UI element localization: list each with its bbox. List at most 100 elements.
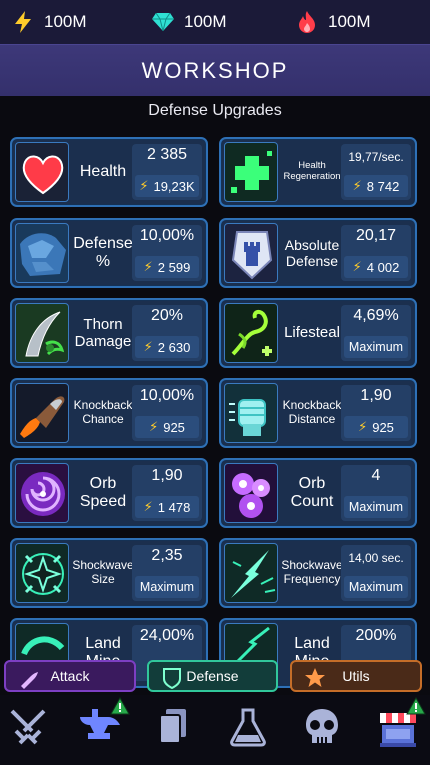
upgrade-card-knockback-chance[interactable]: Knockback Chance 10,00% ⚡ 925 xyxy=(10,378,208,448)
upgrade-buy-button[interactable]: ⚡ 2 599 xyxy=(135,256,199,278)
upgrade-maxed-label: Maximum xyxy=(135,576,199,598)
upgrade-card-shockwave-frequency[interactable]: Shockwave Frequency 14,00 sec. Maximum xyxy=(219,538,417,608)
upgrade-name: Knockback Chance xyxy=(73,398,133,426)
upgrade-cost: 2 599 xyxy=(157,259,191,275)
upgrade-value-box: 4,69% Maximum xyxy=(341,305,411,361)
diamond-icon xyxy=(152,11,174,33)
upgrade-name: Lifesteal xyxy=(284,324,340,342)
plus-cross-icon xyxy=(224,142,278,202)
nav-modules[interactable] xyxy=(298,703,346,751)
upgrade-cost: 4 002 xyxy=(366,259,400,275)
star-icon xyxy=(304,667,326,689)
upgrade-card-shockwave-size[interactable]: Shockwave Size 2,35 Maximum xyxy=(10,538,208,608)
gems-amount: 100M xyxy=(184,12,227,31)
fist-icon xyxy=(224,383,278,443)
upgrade-cost: Maximum xyxy=(348,580,404,594)
upgrade-name: Shockwave Frequency xyxy=(281,558,343,586)
upgrade-cost: Maximum xyxy=(348,500,404,514)
upgrade-card-absolute-defense[interactable]: Absolute Defense 20,17 ⚡ 4 002 xyxy=(219,218,417,288)
shield-icon xyxy=(161,667,183,690)
upgrade-value-box: 2,35 Maximum xyxy=(132,545,202,601)
upgrade-card-orb-speed[interactable]: Orb Speed 1,90 ⚡ 1 478 xyxy=(10,458,208,528)
upgrade-name: Knockback Distance xyxy=(282,398,342,426)
upgrade-cost: 925 xyxy=(163,419,185,435)
upgrade-buy-button[interactable]: ⚡ 2 630 xyxy=(135,336,199,358)
upgrade-name: Defense % xyxy=(73,234,133,270)
tab-defense[interactable]: Defense xyxy=(147,660,278,692)
upgrade-value: 24,00% xyxy=(139,627,195,644)
upgrade-value: 2,35 xyxy=(151,547,183,564)
upgrade-value: 14,00 sec. xyxy=(348,551,404,565)
upgrade-card-health-regeneration[interactable]: Health Regeneration 19,77/sec. ⚡ 8 742 xyxy=(219,137,417,207)
upgrade-value: 2 385 xyxy=(146,146,188,163)
upgrade-buy-button[interactable]: ⚡ 925 xyxy=(344,416,408,438)
lightning-icon: ⚡ xyxy=(149,419,159,434)
lightning-icon: ⚡ xyxy=(358,419,368,434)
orbs-icon xyxy=(224,463,278,523)
upgrade-card-defense-percent[interactable]: Defense % 10,00% ⚡ 2 599 xyxy=(10,218,208,288)
upgrade-maxed-label: Maximum xyxy=(344,336,408,358)
workshop-alert-icon xyxy=(110,696,130,715)
upgrade-value: 200% xyxy=(355,627,397,644)
upgrade-cost: 2 630 xyxy=(157,339,191,355)
upgrade-name: Health Regeneration xyxy=(283,160,341,182)
cards-icon xyxy=(159,709,186,744)
flask-icon xyxy=(230,708,266,747)
upgrade-maxed-label: Maximum xyxy=(344,496,408,518)
upgrade-value: 10,00% xyxy=(139,227,195,244)
upgrade-cost: Maximum xyxy=(139,580,195,594)
coins-counter: 100M xyxy=(12,0,87,44)
upgrade-value: 4,69% xyxy=(353,307,399,324)
upgrade-cost: Maximum xyxy=(348,340,404,354)
shockwave-icon xyxy=(15,543,69,603)
lightning-icon: ⚡ xyxy=(143,259,153,274)
tab-utils[interactable]: Utils xyxy=(290,660,422,692)
upgrade-card-lifesteal[interactable]: Lifesteal 4,69% Maximum xyxy=(219,298,417,368)
stone-armor-icon xyxy=(15,223,69,283)
tab-utils-label: Utils xyxy=(342,668,370,684)
nav-labs[interactable] xyxy=(224,703,272,751)
upgrade-value: 4 xyxy=(371,467,381,484)
medals-counter: 100M xyxy=(296,0,371,44)
heart-icon xyxy=(15,142,69,202)
tab-defense-label: Defense xyxy=(186,668,239,684)
upgrade-value-box: 10,00% ⚡ 2 599 xyxy=(132,225,202,281)
upgrade-card-health[interactable]: Health 2 385 ⚡ 19,23K xyxy=(10,137,208,207)
upgrade-value: 20% xyxy=(150,307,184,324)
upgrade-name: Orb Speed xyxy=(79,474,127,510)
upgrade-buy-button[interactable]: ⚡ 925 xyxy=(135,416,199,438)
upgrade-value: 10,00% xyxy=(139,387,195,404)
vortex-icon xyxy=(15,463,69,523)
upgrade-name: Orb Count xyxy=(290,474,334,510)
bullet-icon xyxy=(18,667,40,689)
upgrade-cost: 8 742 xyxy=(366,178,400,194)
upgrade-cost: 925 xyxy=(372,419,394,435)
bottom-nav xyxy=(0,695,430,765)
lightning-icon: ⚡ xyxy=(139,178,149,193)
upgrade-buy-button[interactable]: ⚡ 1 478 xyxy=(135,496,199,518)
nav-cards[interactable] xyxy=(150,703,198,751)
upgrade-value-box: 20,17 ⚡ 4 002 xyxy=(341,225,411,281)
upgrade-name: Health xyxy=(79,162,127,180)
nav-battle[interactable] xyxy=(4,703,52,751)
battle-swords-icon xyxy=(10,709,46,745)
upgrade-buy-button[interactable]: ⚡ 4 002 xyxy=(344,256,408,278)
lightning-icon: ⚡ xyxy=(352,178,362,193)
tab-attack[interactable]: Attack xyxy=(4,660,136,692)
upgrade-buy-button[interactable]: ⚡ 8 742 xyxy=(344,175,408,197)
upgrade-value-box: 1,90 ⚡ 925 xyxy=(341,385,411,441)
shop-alert-icon xyxy=(406,696,426,715)
upgrade-name: Thorn Damage xyxy=(74,315,132,350)
currency-bar: 100M 100M 100M xyxy=(0,0,430,44)
upgrade-buy-button[interactable]: ⚡ 19,23K xyxy=(135,175,199,197)
lightning-icon: ⚡ xyxy=(143,499,153,514)
upgrade-value-box: 1,90 ⚡ 1 478 xyxy=(132,465,202,521)
upgrade-card-thorn-damage[interactable]: Thorn Damage 20% ⚡ 2 630 xyxy=(10,298,208,368)
upgrade-maxed-label: Maximum xyxy=(344,576,408,598)
vine-icon xyxy=(224,303,278,363)
upgrade-card-knockback-distance[interactable]: Knockback Distance 1,90 ⚡ 925 xyxy=(219,378,417,448)
upgrade-value: 1,90 xyxy=(151,467,183,484)
upgrade-value-box: 4 Maximum xyxy=(341,465,411,521)
upgrade-card-orb-count[interactable]: Orb Count 4 Maximum xyxy=(219,458,417,528)
upgrade-value: 20,17 xyxy=(355,227,397,244)
